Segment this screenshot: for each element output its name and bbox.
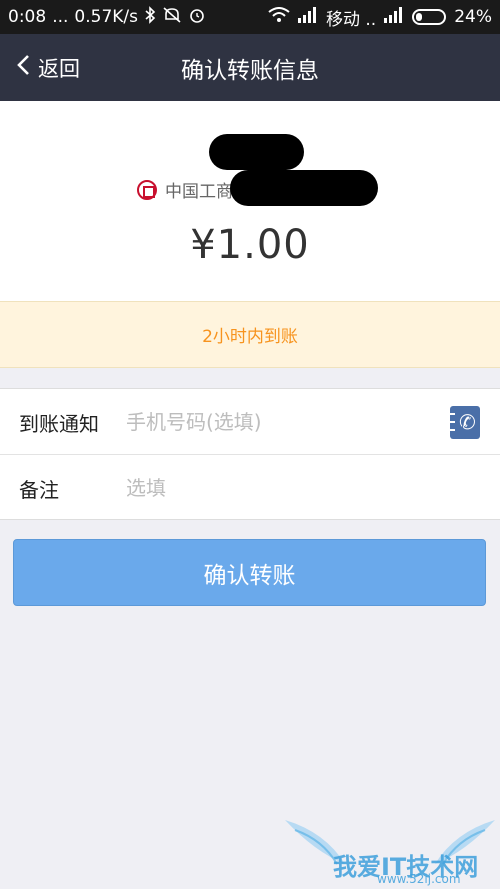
bluetooth-icon: [144, 6, 156, 28]
status-bar: 0:08 ... 0.57K/s 移动 .. 24%: [0, 0, 500, 34]
mute-icon: [162, 6, 182, 28]
back-label: 返回: [38, 56, 80, 81]
redaction-mask: [230, 170, 378, 206]
status-dots: ...: [52, 7, 69, 27]
wifi-icon: [268, 7, 290, 27]
status-carrier: 移动 ..: [325, 9, 377, 30]
transfer-form: 到账通知 ✆ 备注: [0, 388, 500, 520]
back-chevron-icon: [16, 54, 30, 81]
redaction-mask: [209, 134, 304, 170]
notify-label: 到账通知: [19, 411, 99, 436]
status-battery: 24%: [454, 7, 492, 27]
confirm-transfer-button[interactable]: 确认转账: [13, 539, 486, 606]
icbc-logo-icon: [137, 179, 157, 200]
bank-name: 中国工商: [165, 182, 233, 202]
status-time: 0:08: [8, 7, 47, 27]
notify-row: 到账通知 ✆: [0, 389, 500, 455]
contact-book-icon[interactable]: ✆: [450, 405, 480, 439]
remark-label: 备注: [19, 477, 59, 502]
signal-icon: [384, 7, 404, 27]
status-speed: 0.57K/s: [74, 7, 138, 27]
phone-input[interactable]: [126, 410, 450, 434]
battery-icon: [412, 9, 447, 25]
nav-bar: 返回 确认转账信息: [0, 34, 500, 101]
transfer-amount: ¥1.00: [190, 222, 310, 268]
watermark-logo: 我爱IT技术网 www.52ij.com: [285, 812, 495, 886]
arrival-notice: 2小时内到账: [0, 301, 500, 368]
remark-row: 备注: [0, 455, 500, 521]
back-button[interactable]: 返回: [16, 34, 80, 101]
alarm-icon: [188, 6, 206, 28]
bank-row: 中国工商: [137, 177, 233, 202]
watermark-url: www.52ij.com: [377, 872, 461, 886]
remark-input[interactable]: [126, 476, 500, 500]
signal-icon: [297, 7, 318, 27]
